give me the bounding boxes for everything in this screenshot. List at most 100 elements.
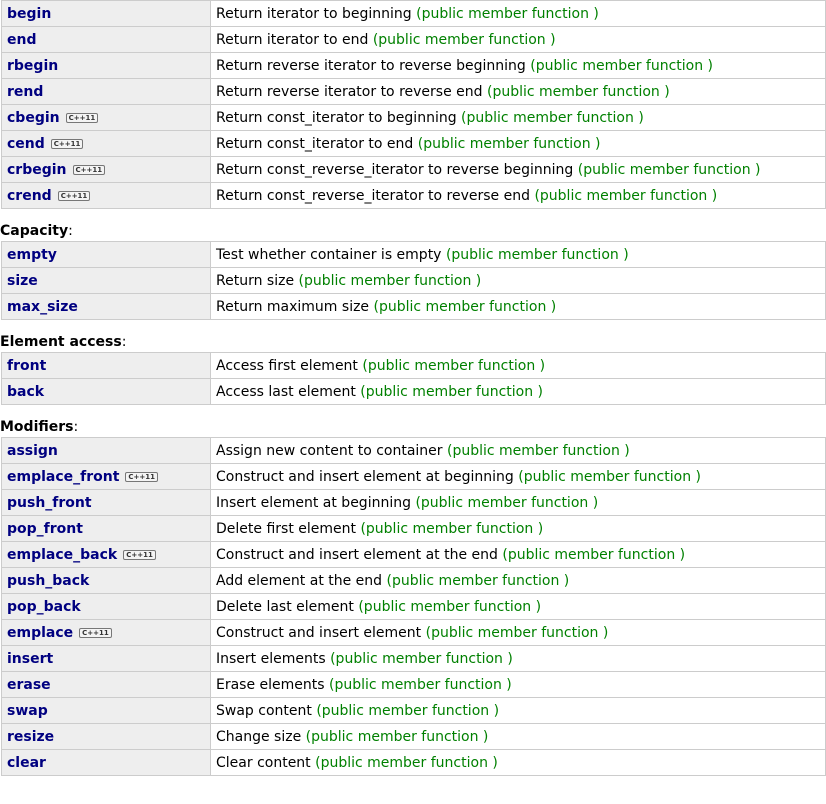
- member-link[interactable]: emplace_front: [7, 469, 119, 485]
- member-description: Delete first element: [216, 520, 356, 537]
- member-link[interactable]: crbegin: [7, 162, 67, 178]
- member-kind: (public member function ): [360, 520, 544, 537]
- member-kind: (public member function ): [534, 187, 718, 204]
- member-kind: (public member function ): [316, 702, 500, 719]
- member-link[interactable]: front: [7, 358, 46, 374]
- member-link[interactable]: empty: [7, 247, 57, 263]
- table-row: end Return iterator to end (public member…: [1, 26, 826, 53]
- member-name-cell: size: [1, 267, 211, 294]
- member-kind: (public member function ): [415, 494, 599, 511]
- member-description-cell: Access first element (public member func…: [210, 352, 826, 379]
- table-row: emplace C++11 Construct and insert element…: [1, 619, 826, 646]
- member-link[interactable]: pop_back: [7, 599, 81, 615]
- member-table: front Access first element (public member…: [1, 352, 826, 405]
- member-name-cell: crend C++11: [1, 182, 211, 209]
- member-link[interactable]: erase: [7, 677, 51, 693]
- member-link[interactable]: swap: [7, 703, 48, 719]
- table-row: swap Swap content (public member function…: [1, 697, 826, 724]
- table-row: rbegin Return reverse iterator to reverse…: [1, 52, 826, 79]
- member-link[interactable]: crend: [7, 188, 52, 204]
- member-kind: (public member function ): [360, 383, 543, 400]
- cpp11-badge-icon: C++11: [65, 112, 99, 123]
- member-table: assign Assign new content to container (p…: [1, 437, 826, 776]
- member-name-cell: erase: [1, 671, 211, 698]
- member-description: Assign new content to container: [216, 442, 443, 459]
- member-name-cell: max_size: [1, 293, 211, 320]
- member-name-cell: emplace_front C++11: [1, 463, 211, 490]
- member-link[interactable]: cbegin: [7, 110, 60, 126]
- member-link[interactable]: end: [7, 32, 36, 48]
- member-link[interactable]: pop_front: [7, 521, 83, 537]
- member-description: Access last element: [216, 383, 356, 400]
- cpp11-badge-icon: C++11: [123, 549, 156, 560]
- member-name-cell: swap: [1, 697, 211, 724]
- member-name-cell: empty: [1, 241, 211, 268]
- member-kind: (public member function ): [447, 442, 630, 459]
- member-description-cell: Delete first element (public member func…: [210, 515, 826, 542]
- table-row: max_size Return maximum size (public memb…: [1, 293, 826, 320]
- table-row: cend C++11 Return const_iterator to end (p…: [1, 130, 826, 157]
- member-link[interactable]: size: [7, 273, 38, 289]
- member-description-cell: Return const_iterator to beginning (publ…: [210, 104, 826, 131]
- member-description: Return const_iterator to end: [216, 135, 414, 152]
- member-kind: (public member function ): [329, 676, 512, 693]
- member-description: Return iterator to end: [216, 31, 369, 48]
- member-name-cell: front: [1, 352, 211, 379]
- member-link[interactable]: resize: [7, 729, 54, 745]
- member-kind: (public member function ): [362, 357, 546, 374]
- table-row: crbegin C++11 Return const_reverse_iterato…: [1, 156, 826, 183]
- member-kind: (public member function ): [315, 754, 498, 771]
- member-link[interactable]: max_size: [7, 299, 78, 315]
- member-description-cell: Return size (public member function ): [210, 267, 826, 294]
- member-description: Construct and insert element at the end: [216, 546, 498, 563]
- member-functions-page: begin Return iterator to beginning (publi…: [0, 0, 826, 804]
- member-link[interactable]: insert: [7, 651, 53, 667]
- member-link[interactable]: push_back: [7, 573, 89, 589]
- table-row: resize Change size (public member functio…: [1, 723, 826, 750]
- member-description-cell: Construct and insert element at beginnin…: [210, 463, 826, 490]
- table-row: crend C++11 Return const_reverse_iterator …: [1, 182, 826, 209]
- member-link[interactable]: cend: [7, 136, 45, 152]
- member-description: Test whether container is empty: [216, 246, 442, 263]
- member-link[interactable]: push_front: [7, 495, 92, 511]
- section-title-colon: :: [68, 223, 73, 239]
- member-name-cell: crbegin C++11: [1, 156, 211, 183]
- table-row: clear Clear content (public member functi…: [1, 749, 826, 776]
- member-name-cell: rbegin: [1, 52, 211, 79]
- member-description-cell: Return maximum size (public member funct…: [210, 293, 826, 320]
- member-link[interactable]: rend: [7, 84, 43, 100]
- member-name-cell: begin: [1, 0, 211, 27]
- member-kind: (public member function ): [417, 135, 601, 152]
- member-name-cell: push_front: [1, 489, 211, 516]
- member-link[interactable]: begin: [7, 6, 51, 22]
- member-link[interactable]: assign: [7, 443, 58, 459]
- table-row: erase Erase elements (public member funct…: [1, 671, 826, 698]
- member-description: Return maximum size: [216, 298, 370, 315]
- table-row: push_front Insert element at beginning (p…: [1, 489, 826, 516]
- member-name-cell: end: [1, 26, 211, 53]
- member-description-cell: Test whether container is empty (public …: [210, 241, 826, 268]
- member-description-cell: Erase elements (public member function ): [210, 671, 826, 698]
- member-kind: (public member function ): [461, 109, 644, 126]
- member-name-cell: pop_back: [1, 593, 211, 620]
- member-link[interactable]: rbegin: [7, 58, 58, 74]
- member-name-cell: resize: [1, 723, 211, 750]
- member-link[interactable]: back: [7, 384, 44, 400]
- member-description: Insert elements: [216, 650, 326, 667]
- member-kind: (public member function ): [577, 161, 761, 178]
- member-name-cell: emplace C++11: [1, 619, 211, 646]
- member-kind: (public member function ): [416, 5, 599, 22]
- member-link[interactable]: clear: [7, 755, 46, 771]
- member-description: Construct and insert element at beginnin…: [216, 468, 514, 485]
- member-link[interactable]: emplace_back: [7, 547, 117, 563]
- member-kind: (public member function ): [530, 57, 714, 74]
- member-name-cell: cbegin C++11: [1, 104, 211, 131]
- member-description: Construct and insert element: [216, 624, 422, 641]
- section-title: Capacity:: [0, 221, 826, 241]
- member-description-cell: Return reverse iterator to reverse end (…: [210, 78, 826, 105]
- table-row: push_back Add element at the end (public …: [1, 567, 826, 594]
- table-row: emplace_front C++11 Construct and insert e…: [1, 463, 826, 490]
- section-title-text: Element access: [0, 334, 122, 350]
- member-link[interactable]: emplace: [7, 625, 73, 641]
- member-name-cell: emplace_back C++11: [1, 541, 211, 568]
